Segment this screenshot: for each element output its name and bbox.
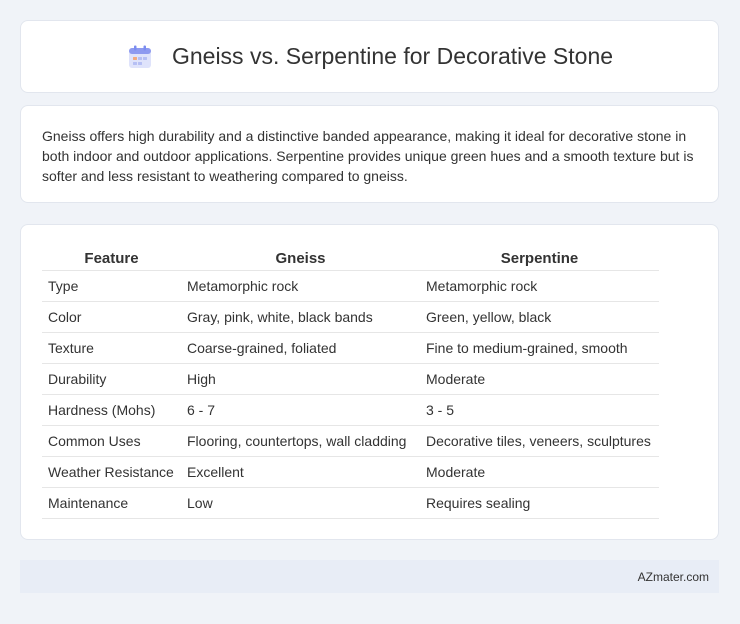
header-feature: Feature [42, 246, 181, 271]
row-feature: Weather Resistance [42, 456, 181, 488]
page-title: Gneiss vs. Serpentine for Decorative Sto… [171, 43, 614, 69]
title-card: Gneiss vs. Serpentine for Decorative Sto… [20, 20, 719, 93]
row-gneiss: Flooring, countertops, wall cladding [181, 425, 420, 457]
row-feature: Maintenance [42, 487, 181, 519]
row-feature: Type [42, 270, 181, 302]
footer-brand: AZmater.com [637, 569, 709, 584]
table-row: Common Uses Flooring, countertops, wall … [42, 425, 659, 457]
row-feature: Texture [42, 332, 181, 364]
row-gneiss: Excellent [181, 456, 420, 488]
row-serpentine: Moderate [420, 456, 659, 488]
comparison-table-card: Feature Gneiss Serpentine Type Metamorph… [20, 224, 719, 540]
row-gneiss: Metamorphic rock [181, 270, 420, 302]
row-serpentine: Metamorphic rock [420, 270, 659, 302]
table-header-row: Feature Gneiss Serpentine [42, 246, 659, 271]
table-row: Type Metamorphic rock Metamorphic rock [42, 270, 659, 302]
row-serpentine: 3 - 5 [420, 394, 659, 426]
row-gneiss: High [181, 363, 420, 395]
row-serpentine: Requires sealing [420, 487, 659, 519]
table-row: Maintenance Low Requires sealing [42, 487, 659, 519]
description-text: Gneiss offers high durability and a dist… [42, 128, 694, 184]
table-row: Color Gray, pink, white, black bands Gre… [42, 301, 659, 333]
row-serpentine: Fine to medium-grained, smooth [420, 332, 659, 364]
row-gneiss: Gray, pink, white, black bands [181, 301, 420, 333]
footer: AZmater.com [20, 560, 719, 593]
table-row: Weather Resistance Excellent Moderate [42, 456, 659, 488]
row-serpentine: Green, yellow, black [420, 301, 659, 333]
row-serpentine: Decorative tiles, veneers, sculptures [420, 425, 659, 457]
row-gneiss: Coarse-grained, foliated [181, 332, 420, 364]
header-gneiss: Gneiss [181, 246, 420, 271]
comparison-table: Feature Gneiss Serpentine Type Metamorph… [42, 246, 659, 519]
table-row: Hardness (Mohs) 6 - 7 3 - 5 [42, 394, 659, 426]
row-feature: Durability [42, 363, 181, 395]
calendar-icon [128, 45, 151, 68]
row-serpentine: Moderate [420, 363, 659, 395]
row-feature: Color [42, 301, 181, 333]
header-serpentine: Serpentine [420, 246, 659, 271]
table-row: Durability High Moderate [42, 363, 659, 395]
table-row: Texture Coarse-grained, foliated Fine to… [42, 332, 659, 364]
title-wrap: Gneiss vs. Serpentine for Decorative Sto… [126, 43, 613, 71]
row-gneiss: Low [181, 487, 420, 519]
description-card: Gneiss offers high durability and a dist… [20, 105, 719, 203]
row-feature: Common Uses [42, 425, 181, 457]
row-gneiss: 6 - 7 [181, 394, 420, 426]
row-feature: Hardness (Mohs) [42, 394, 181, 426]
